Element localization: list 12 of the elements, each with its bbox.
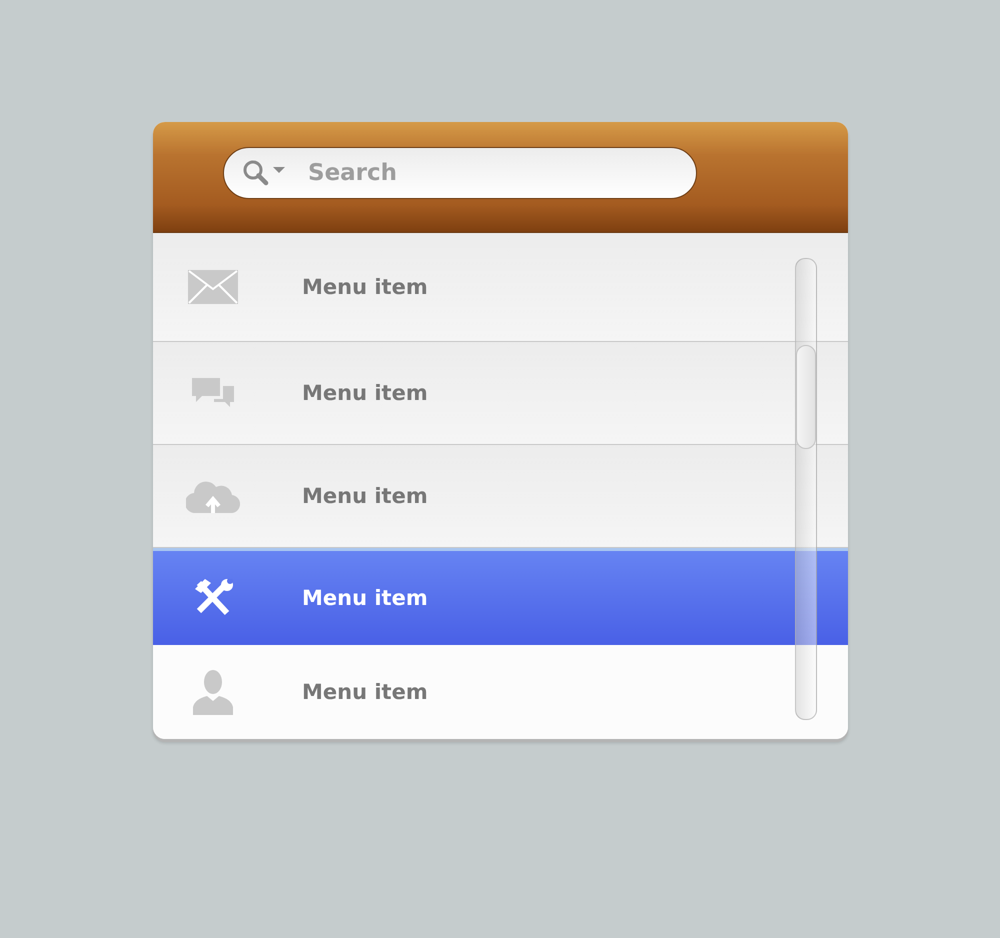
scrollbar-thumb[interactable] [796, 345, 816, 449]
chat-icon [192, 378, 234, 408]
envelope-icon [188, 270, 238, 304]
search-field[interactable]: Search [223, 147, 697, 199]
cloud-upload-icon [186, 479, 240, 513]
menu-item[interactable]: Menu item [153, 445, 848, 548]
menu-item[interactable]: Menu item [153, 233, 848, 342]
menu-item[interactable]: Menu item [153, 342, 848, 445]
menu-item[interactable]: Menu item [153, 548, 848, 645]
menu-item[interactable]: Menu item [153, 645, 848, 739]
person-icon [193, 669, 233, 715]
tools-icon [193, 579, 233, 617]
